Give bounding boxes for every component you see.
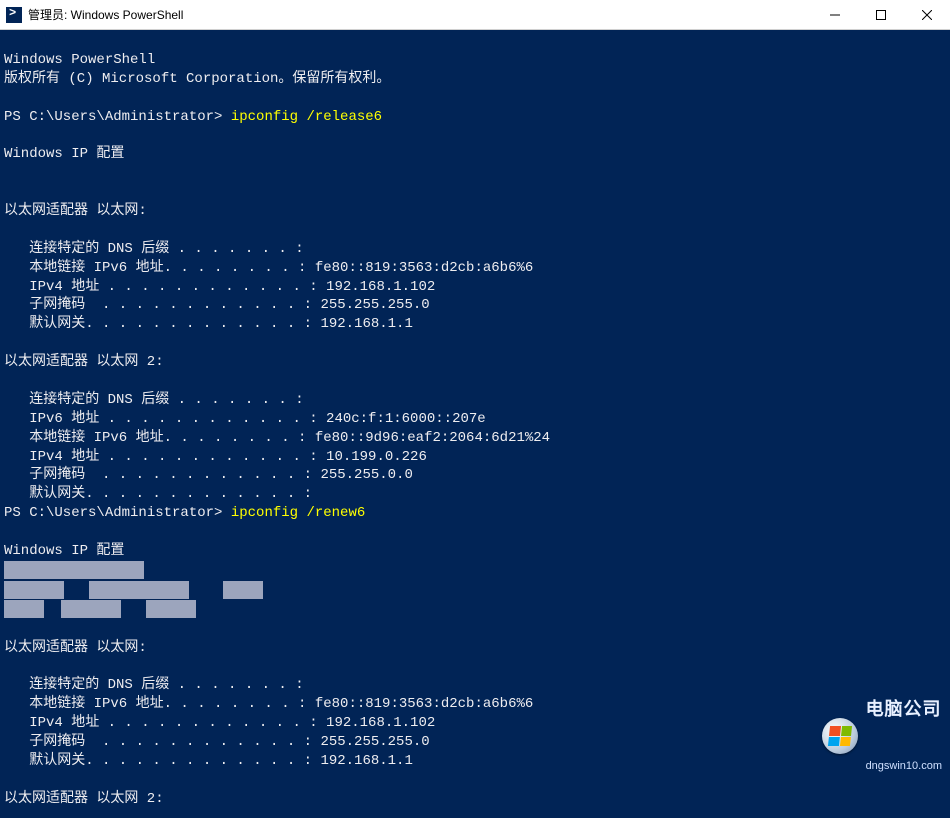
- terminal-line: IPv4 地址 . . . . . . . . . . . . : 10.199…: [4, 449, 427, 465]
- terminal-line: 版权所有 (C) Microsoft Corporation。保留所有权利。: [4, 71, 390, 87]
- minimize-button[interactable]: [812, 0, 858, 29]
- windows-logo-icon: [822, 718, 858, 754]
- prompt: PS C:\Users\Administrator>: [4, 505, 231, 521]
- terminal-line: IPv6 地址 . . . . . . . . . . . . : 240c:f…: [4, 411, 486, 427]
- watermark-title: 电脑公司: [866, 697, 942, 721]
- adapter-header: 以太网适配器 以太网:: [4, 640, 147, 656]
- terminal-line: 本地链接 IPv6 地址. . . . . . . . : fe80::819:…: [4, 696, 533, 712]
- redacted-line: [4, 582, 263, 598]
- watermark: 电脑公司 dngswin10.com: [822, 660, 942, 812]
- window-title: 管理员: Windows PowerShell: [28, 6, 812, 23]
- terminal-line: 子网掩码 . . . . . . . . . . . . : 255.255.2…: [4, 734, 430, 750]
- terminal-line: Windows PowerShell: [4, 52, 155, 68]
- maximize-button[interactable]: [858, 0, 904, 29]
- terminal-line: Windows IP 配置: [4, 543, 124, 559]
- terminal-line: 连接特定的 DNS 后缀 . . . . . . . :: [4, 392, 304, 408]
- watermark-url: dngswin10.com: [866, 759, 942, 774]
- powershell-icon: [6, 7, 22, 23]
- terminal-line: 默认网关. . . . . . . . . . . . . : 192.168.…: [4, 316, 413, 332]
- titlebar: 管理员: Windows PowerShell: [0, 0, 950, 30]
- terminal-line: 默认网关. . . . . . . . . . . . . :: [4, 486, 312, 502]
- command-text: ipconfig /release6: [231, 109, 382, 125]
- terminal-area[interactable]: Windows PowerShell 版权所有 (C) Microsoft Co…: [0, 30, 950, 818]
- terminal-line: IPv4 地址 . . . . . . . . . . . . : 192.16…: [4, 279, 435, 295]
- terminal-line: 本地链接 IPv6 地址. . . . . . . . : fe80::819:…: [4, 260, 533, 276]
- close-button[interactable]: [904, 0, 950, 29]
- terminal-line: Windows IP 配置: [4, 146, 124, 162]
- redacted-line: [4, 563, 144, 579]
- terminal-line: IPv4 地址 . . . . . . . . . . . . : 192.16…: [4, 715, 435, 731]
- terminal-line: 子网掩码 . . . . . . . . . . . . : 255.255.2…: [4, 297, 430, 313]
- terminal-line: 连接特定的 DNS 后缀 . . . . . . . :: [4, 241, 304, 257]
- adapter-header: 以太网适配器 以太网 2:: [4, 354, 164, 370]
- adapter-header: 以太网适配器 以太网:: [4, 203, 147, 219]
- prompt: PS C:\Users\Administrator>: [4, 109, 231, 125]
- terminal-line: 本地链接 IPv6 地址. . . . . . . . : fe80::9d96…: [4, 430, 550, 446]
- window-controls: [812, 0, 950, 29]
- adapter-header: 以太网适配器 以太网 2:: [4, 791, 164, 807]
- terminal-line: 子网掩码 . . . . . . . . . . . . : 255.255.0…: [4, 467, 413, 483]
- command-text: ipconfig /renew6: [231, 505, 365, 521]
- terminal-line: 默认网关. . . . . . . . . . . . . : 192.168.…: [4, 753, 413, 769]
- terminal-line: 连接特定的 DNS 后缀 . . . . . . . :: [4, 677, 304, 693]
- redacted-line: [4, 602, 196, 618]
